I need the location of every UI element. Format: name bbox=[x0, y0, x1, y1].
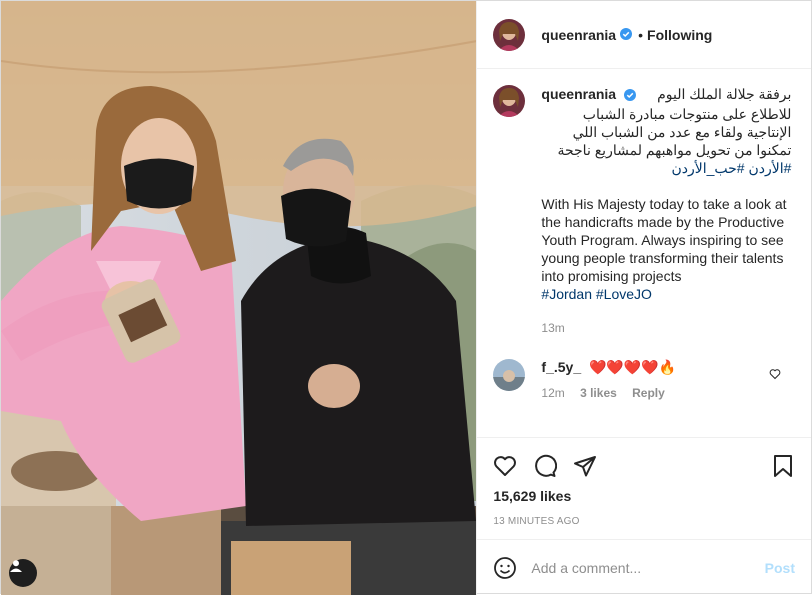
caption-english-hashtags[interactable]: #Jordan #LoveJO bbox=[541, 286, 652, 302]
post-details-panel: queenrania • Following queenrania برفقة … bbox=[476, 1, 811, 595]
instagram-post: queenrania • Following queenrania برفقة … bbox=[0, 0, 812, 595]
caption: queenrania برفقة جلالة الملك اليوم للاطل… bbox=[493, 85, 795, 337]
caption-avatar[interactable] bbox=[493, 85, 526, 117]
following-button[interactable]: Following bbox=[647, 27, 712, 43]
author-avatar[interactable] bbox=[493, 18, 526, 51]
caption-arabic-line-3: الإنتاجية ولقاء مع عدد من الشباب اللي bbox=[572, 124, 792, 140]
share-icon[interactable] bbox=[573, 454, 597, 478]
tag-user-icon[interactable] bbox=[9, 559, 37, 587]
comment-reply-button[interactable]: Reply bbox=[632, 386, 665, 400]
commenter-avatar[interactable] bbox=[493, 359, 526, 391]
comment-text: ❤️❤️❤️❤️🔥 bbox=[589, 359, 677, 375]
comment-icon[interactable] bbox=[533, 454, 558, 478]
verified-badge-icon bbox=[624, 87, 637, 105]
commenter-username[interactable]: f_.5y_ bbox=[541, 359, 581, 375]
caption-arabic-hashtags[interactable]: #الأردن #حب_الأردن bbox=[541, 159, 791, 177]
heart-icon[interactable] bbox=[493, 454, 517, 478]
comment-likes[interactable]: 3 likes bbox=[580, 386, 617, 400]
action-bar bbox=[493, 446, 795, 486]
bookmark-icon[interactable] bbox=[771, 454, 795, 478]
caption-arabic-line-1: برفقة جلالة الملك اليوم bbox=[657, 86, 792, 102]
caption-timestamp: 13m bbox=[541, 321, 565, 335]
post-header: queenrania • Following bbox=[477, 1, 811, 69]
author-username[interactable]: queenrania bbox=[541, 27, 616, 43]
caption-arabic-line-2: للاطلاع على منتوجات مبادرة الشباب bbox=[582, 106, 792, 122]
add-comment-bar: Post bbox=[477, 539, 811, 595]
emoji-icon[interactable] bbox=[493, 556, 517, 580]
caption-username[interactable]: queenrania bbox=[541, 86, 616, 102]
post-comment-button[interactable]: Post bbox=[765, 560, 795, 576]
likes-count[interactable]: 15,629 likes bbox=[493, 488, 795, 504]
post-photo[interactable] bbox=[1, 1, 477, 595]
comment-meta: 12m 3 likes Reply bbox=[541, 386, 676, 400]
photo-illustration bbox=[1, 1, 477, 595]
comment-like-heart-icon[interactable] bbox=[769, 367, 781, 383]
comment-timestamp: 12m bbox=[541, 386, 565, 400]
comments-section: queenrania برفقة جلالة الملك اليوم للاطل… bbox=[477, 69, 811, 437]
post-timestamp[interactable]: 13 MINUTES AGO bbox=[493, 516, 795, 527]
comment-item: f_.5y_ ❤️❤️❤️❤️🔥 12m 3 likes Reply bbox=[493, 359, 795, 400]
comment-body: f_.5y_ ❤️❤️❤️❤️🔥 12m 3 likes Reply bbox=[541, 359, 676, 400]
verified-badge-icon bbox=[620, 27, 633, 43]
add-comment-input[interactable] bbox=[531, 559, 765, 576]
caption-text: queenrania برفقة جلالة الملك اليوم للاطل… bbox=[541, 85, 791, 337]
post-actions-section: 15,629 likes 13 MINUTES AGO bbox=[477, 437, 811, 539]
caption-arabic-line-4: تمكنوا من تحويل مواهبهم لمشاريع ناجحة bbox=[557, 142, 792, 158]
caption-english: With His Majesty today to take a look at… bbox=[541, 196, 787, 284]
header-separator: • bbox=[638, 26, 644, 43]
